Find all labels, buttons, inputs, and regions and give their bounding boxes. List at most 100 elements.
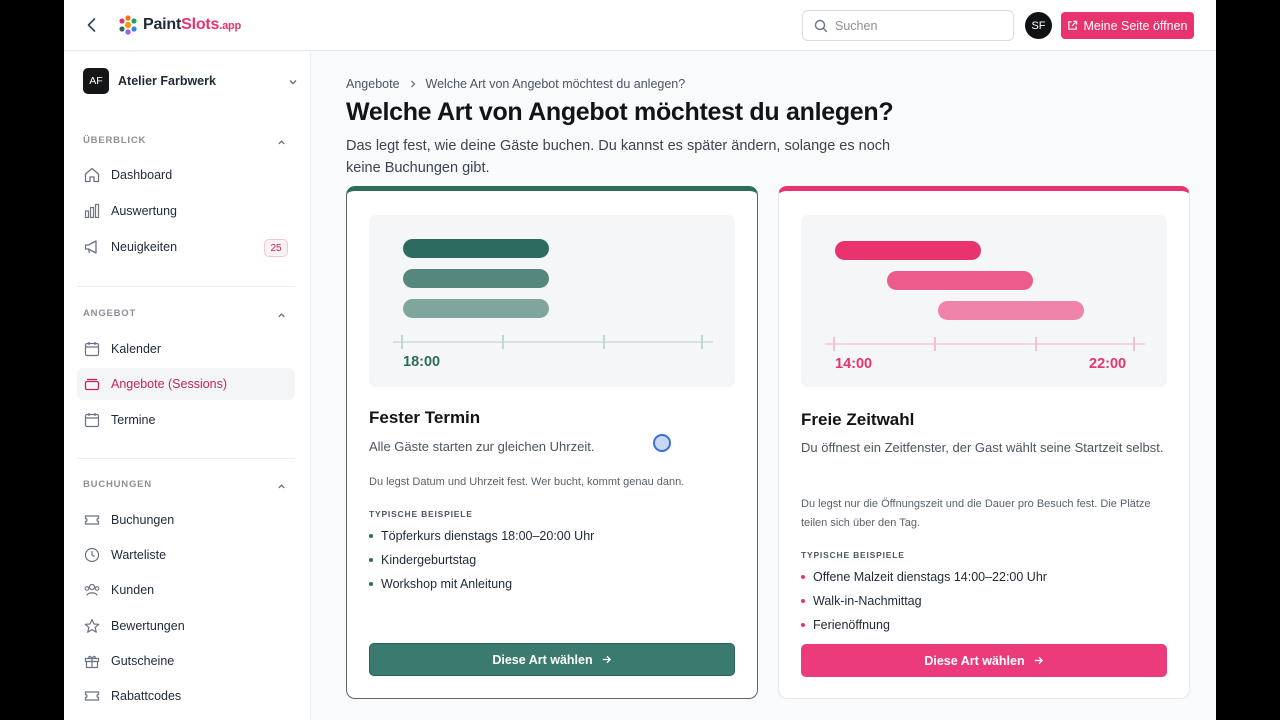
sidebar-item-angebote-sessions[interactable]: Angebote (Sessions) — [77, 368, 295, 400]
calendar-icon — [84, 413, 100, 428]
time-end-label: 22:00 — [1089, 356, 1127, 372]
offer-type-card-fixed[interactable]: 18:00 Fester Termin Alle Gäste starten z… — [346, 186, 758, 699]
sidebar-item-kunden[interactable]: Kunden — [77, 574, 295, 606]
page-title: Welche Art von Angebot möchtest du anleg… — [346, 98, 894, 126]
logo[interactable]: PaintSlots.app — [117, 14, 241, 36]
ticket-icon — [84, 515, 100, 525]
gift-icon — [84, 655, 100, 669]
card-description: Du legst Datum und Uhrzeit fest. Wer buc… — [369, 476, 685, 488]
cursor-indicator — [653, 434, 671, 452]
choose-flexible-type-button[interactable]: Diese Art wählen — [801, 644, 1167, 677]
page-subtitle: Das legt fest, wie deine Gäste buchen. D… — [346, 138, 891, 176]
chevron-down-icon — [289, 80, 297, 85]
timeline-tick — [701, 335, 703, 349]
timeline-axis — [825, 343, 1145, 345]
list-item: Offene Malzeit dienstags 14:00–22:00 Uhr — [801, 568, 1047, 592]
section-header-overview[interactable]: ÜBERBLICK — [83, 135, 287, 149]
card-title: Fester Termin — [369, 408, 481, 427]
section-header-buchungen[interactable]: BUCHUNGEN — [83, 479, 287, 493]
timeline-tick — [934, 337, 936, 351]
sidebar-item-buchungen[interactable]: Buchungen — [77, 504, 295, 536]
star-icon — [84, 618, 100, 633]
sidebar: AF Atelier Farbwerk ÜBERBLICK Dashboard … — [64, 52, 311, 720]
chevron-up-icon — [278, 140, 285, 145]
sidebar-item-warteliste[interactable]: Warteliste — [77, 539, 295, 571]
sidebar-divider — [77, 458, 295, 459]
time-start-label: 18:00 — [403, 354, 441, 370]
breadcrumb-current: Welche Art von Angebot möchtest du anleg… — [425, 77, 686, 91]
card-lead: Alle Gäste starten zur gleichen Uhrzeit. — [369, 439, 595, 454]
sidebar-item-neuigkeiten[interactable]: Neuigkeiten 25 — [77, 231, 295, 263]
external-link-icon — [1068, 20, 1078, 30]
workspace-switcher[interactable]: AF Atelier Farbwerk — [83, 68, 299, 94]
open-my-page-label: Meine Seite öffnen — [1083, 18, 1188, 33]
user-avatar[interactable]: SF — [1025, 12, 1052, 39]
timeline-tick — [1133, 337, 1135, 351]
arrow-right-icon — [1034, 656, 1043, 665]
card-title: Freie Zeitwahl — [801, 410, 915, 429]
sidebar-item-termine[interactable]: Termine — [77, 404, 295, 436]
fixed-time-illustration: 18:00 — [369, 215, 735, 387]
offer-type-card-flexible[interactable]: 14:00 22:00 Freie Zeitwahl Du öffnest ei… — [778, 186, 1190, 699]
sidebar-item-kalender[interactable]: Kalender — [77, 333, 295, 365]
examples-heading: TYPISCHE BEISPIELE — [801, 550, 905, 560]
timeline-bar — [403, 239, 549, 258]
examples-list: Töpferkurs dienstags 18:00–20:00 Uhr Kin… — [369, 527, 594, 599]
users-icon — [84, 583, 100, 596]
palette-logo-icon — [119, 15, 137, 35]
calendar-icon — [84, 342, 100, 357]
timeline-bar — [403, 299, 549, 318]
sidebar-item-rabattcodes[interactable]: Rabattcodes — [77, 680, 295, 712]
app-window: PaintSlots.app Suchen SF Meine Seite öff… — [64, 0, 1216, 720]
examples-heading: TYPISCHE BEISPIELE — [369, 509, 473, 519]
list-item: Ferienöffnung — [801, 616, 1047, 640]
sidebar-divider — [77, 286, 295, 287]
arrow-right-icon — [602, 655, 611, 664]
logo-text: PaintSlots.app — [143, 16, 242, 33]
timeline-bar — [835, 241, 981, 260]
search-input[interactable]: Suchen — [802, 10, 1014, 41]
chevron-up-icon — [278, 484, 285, 489]
clock-icon — [84, 547, 100, 563]
choose-fixed-type-button[interactable]: Diese Art wählen — [369, 643, 735, 676]
timeline-bar — [887, 271, 1033, 290]
chevron-up-icon — [278, 313, 285, 318]
stack-icon — [84, 378, 100, 391]
open-my-page-button[interactable]: Meine Seite öffnen — [1061, 12, 1194, 39]
examples-list: Offene Malzeit dienstags 14:00–22:00 Uhr… — [801, 568, 1047, 640]
sidebar-item-gutscheine[interactable]: Gutscheine — [77, 645, 295, 677]
list-item: Workshop mit Anleitung — [369, 575, 594, 599]
top-bar: PaintSlots.app Suchen SF Meine Seite öff… — [64, 0, 1216, 51]
back-arrow-icon[interactable] — [82, 15, 102, 35]
ticket-icon — [84, 691, 100, 701]
breadcrumb-link-angebote[interactable]: Angebote — [346, 77, 400, 91]
bar-chart-icon — [84, 203, 100, 219]
timeline-tick — [603, 335, 605, 349]
sidebar-item-auswertung[interactable]: Auswertung — [77, 195, 295, 227]
card-lead: Du öffnest ein Zeitfenster, der Gast wäh… — [801, 440, 1164, 455]
timeline-tick — [401, 335, 403, 349]
workspace-avatar: AF — [83, 68, 109, 94]
list-item: Walk-in-Nachmittag — [801, 592, 1047, 616]
search-placeholder: Suchen — [835, 18, 878, 33]
sidebar-item-dashboard[interactable]: Dashboard — [77, 159, 295, 191]
timeline-tick — [502, 335, 504, 349]
timeline-bar — [938, 301, 1084, 320]
flexible-time-illustration: 14:00 22:00 — [801, 215, 1167, 387]
home-icon — [84, 167, 100, 183]
search-icon — [814, 19, 828, 33]
chevron-right-icon — [410, 80, 415, 88]
sidebar-item-bewertungen[interactable]: Bewertungen — [77, 610, 295, 642]
card-description: Du legst nur die Öffnungszeit und die Da… — [801, 498, 1151, 529]
timeline-tick — [1035, 337, 1037, 351]
timeline-tick — [833, 337, 835, 351]
list-item: Kindergeburtstag — [369, 551, 594, 575]
time-start-label: 14:00 — [835, 356, 873, 372]
timeline-bar — [403, 269, 549, 288]
megaphone-icon — [84, 240, 97, 254]
breadcrumb: Angebote Welche Art von Angebot möchtest… — [346, 77, 685, 91]
workspace-name: Atelier Farbwerk — [118, 74, 216, 88]
section-header-angebot[interactable]: ANGEBOT — [83, 308, 287, 322]
list-item: Töpferkurs dienstags 18:00–20:00 Uhr — [369, 527, 594, 551]
timeline-axis — [393, 341, 713, 343]
